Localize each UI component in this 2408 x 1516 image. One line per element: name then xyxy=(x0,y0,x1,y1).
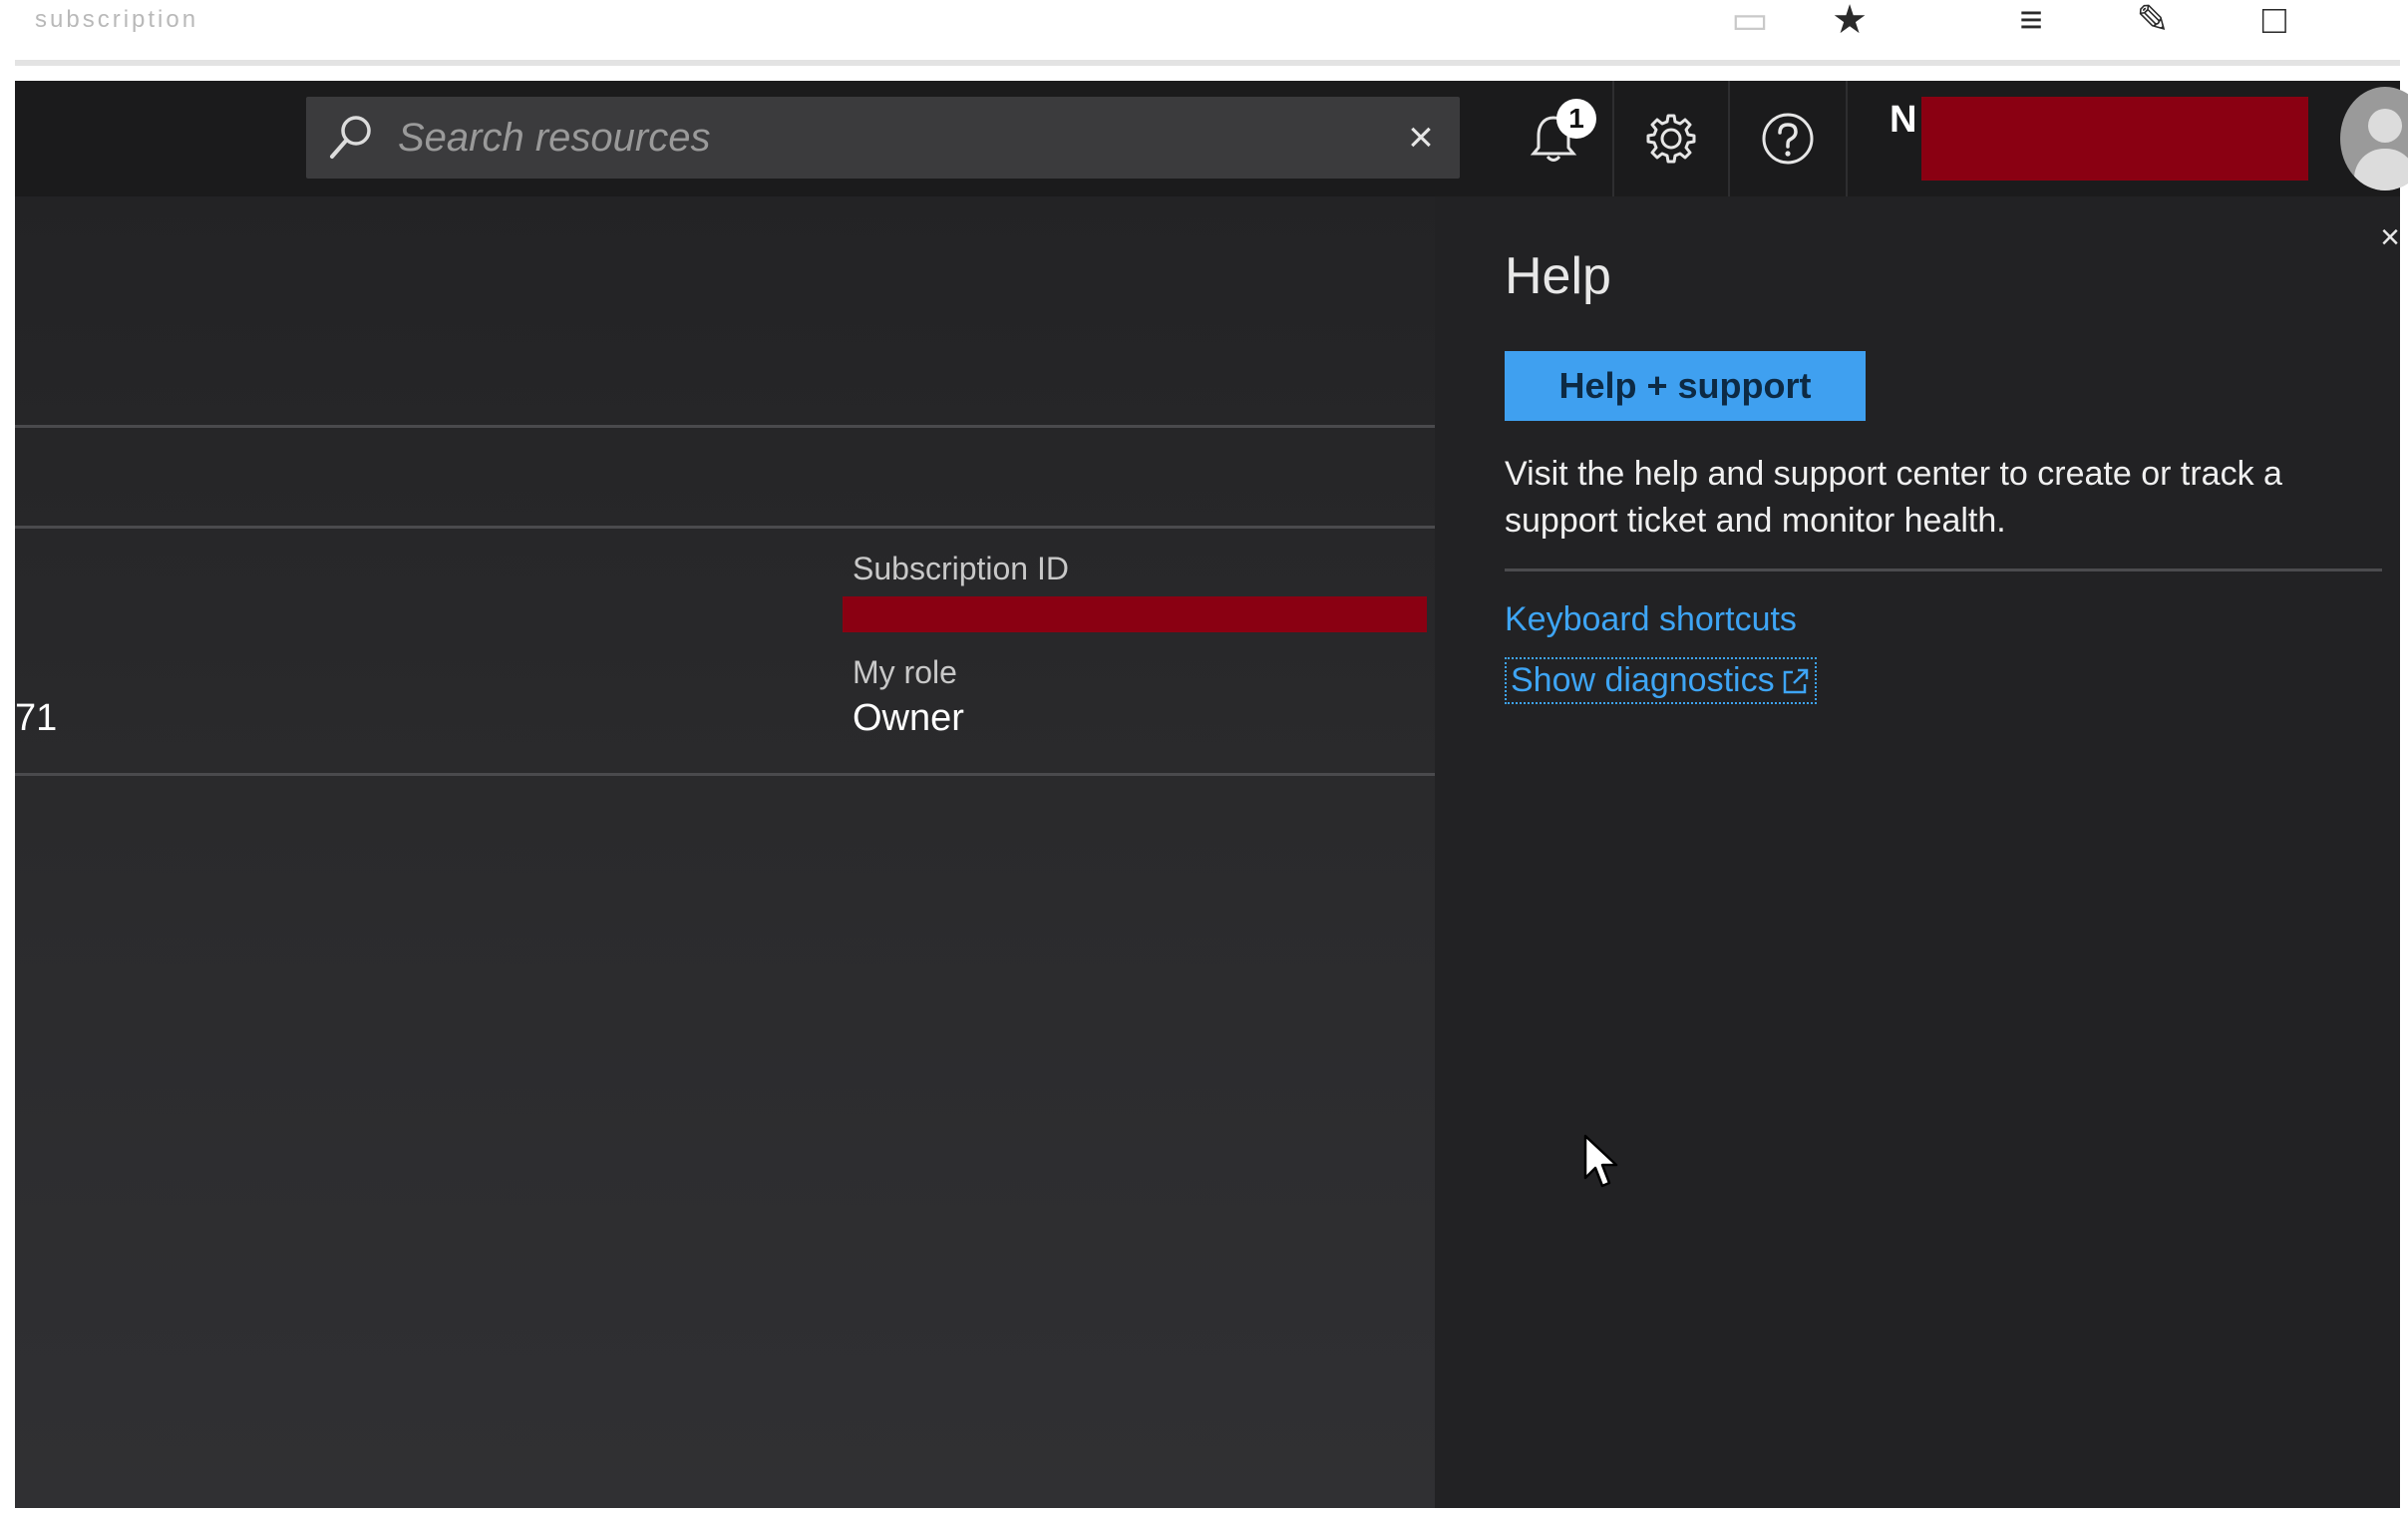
external-link-icon xyxy=(1783,668,1808,693)
browser-window: subscription ▭ ★ ≡ ✎ □ × 1 xyxy=(0,0,2408,1516)
question-circle-icon xyxy=(1762,113,1814,165)
help-flyout-panel: Help × Help + support Visit the help and… xyxy=(1435,196,2400,1508)
portal-top-bar: × 1 N xyxy=(15,81,2408,196)
my-role-label: My role xyxy=(853,654,957,690)
search-icon xyxy=(330,116,371,159)
share-icon[interactable]: □ xyxy=(2244,0,2304,46)
redacted-account-name[interactable] xyxy=(1921,97,2308,181)
section-divider xyxy=(15,773,1435,776)
avatar-head xyxy=(2368,109,2402,143)
web-note-icon[interactable]: ✎ xyxy=(2123,0,2183,46)
my-role-value: Owner xyxy=(853,697,964,739)
close-icon[interactable]: × xyxy=(2380,218,2400,257)
show-diagnostics-label: Show diagnostics xyxy=(1511,661,1775,699)
account-initial[interactable]: N xyxy=(1890,99,1916,142)
browser-toolbar: subscription ▭ ★ ≡ ✎ □ xyxy=(15,0,2400,66)
section-divider xyxy=(15,526,1435,529)
clear-search-icon[interactable]: × xyxy=(1398,115,1444,161)
avatar[interactable] xyxy=(2340,87,2408,190)
notification-count-badge: 1 xyxy=(1556,99,1596,139)
show-diagnostics-link[interactable]: Show diagnostics xyxy=(1505,657,1817,704)
mouse-cursor-icon xyxy=(1583,1134,1618,1188)
settings-button[interactable] xyxy=(1612,81,1730,196)
help-button[interactable] xyxy=(1730,81,1848,196)
gear-icon xyxy=(1646,114,1696,164)
section-divider xyxy=(15,425,1435,428)
help-divider xyxy=(1505,568,2382,571)
reading-view-icon[interactable]: ▭ xyxy=(1720,0,1780,46)
help-description: Visit the help and support center to cre… xyxy=(1505,455,2282,540)
truncated-field-value: 71 xyxy=(15,697,58,739)
keyboard-shortcuts-link[interactable]: Keyboard shortcuts xyxy=(1505,600,1797,639)
subscription-overview-pane: Subscription ID My role Owner 71 xyxy=(15,196,1435,1508)
search-box[interactable]: × xyxy=(306,97,1460,179)
notifications-button[interactable]: 1 xyxy=(1495,81,1612,196)
favorites-hub-icon[interactable]: ≡ xyxy=(2001,0,2061,46)
redacted-subscription-id xyxy=(843,596,1427,632)
subscription-id-label: Subscription ID xyxy=(853,551,1069,586)
help-support-button[interactable]: Help + support xyxy=(1505,351,1866,421)
search-input[interactable] xyxy=(398,109,1345,167)
help-panel-title: Help xyxy=(1505,247,1611,305)
favorite-star-icon[interactable]: ★ xyxy=(1820,0,1880,46)
address-bar-text[interactable]: subscription xyxy=(35,6,270,33)
avatar-body xyxy=(2354,149,2408,190)
